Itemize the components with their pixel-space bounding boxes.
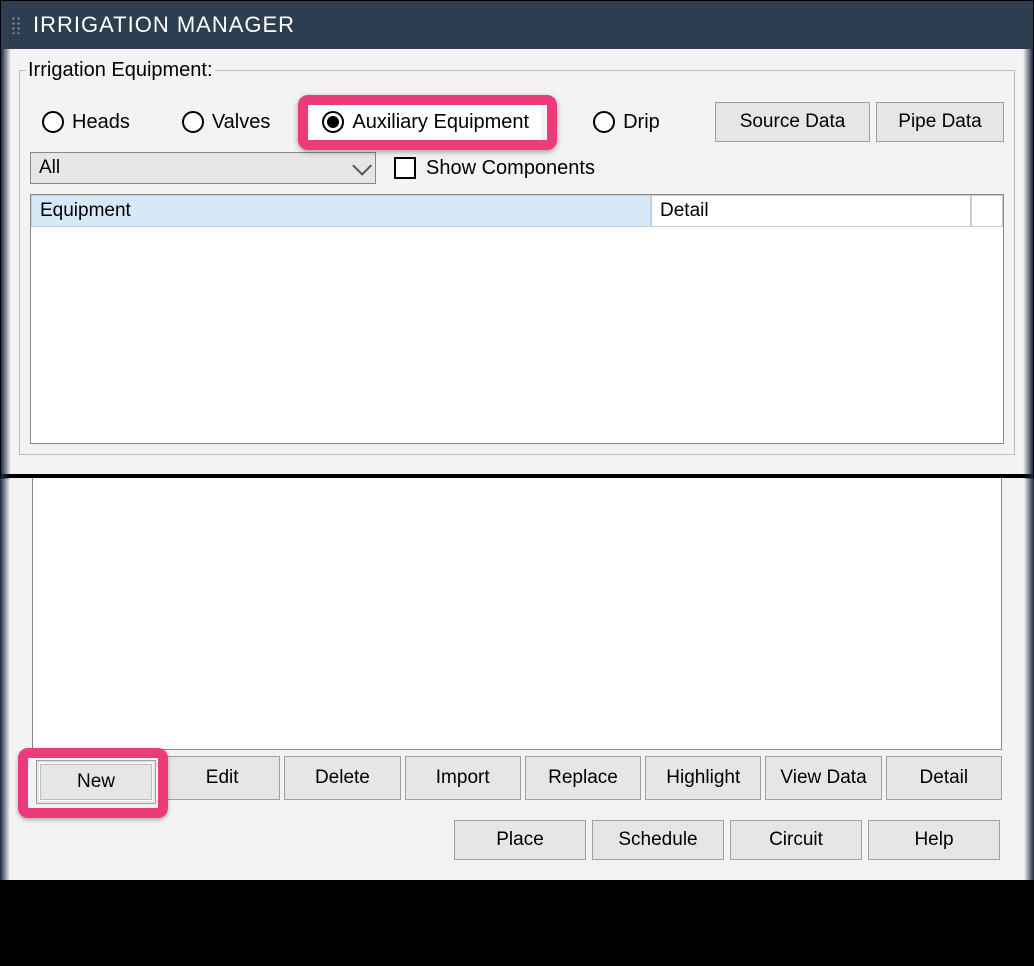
right-edge-shadow: [1023, 49, 1033, 479]
content-area: Irrigation Equipment: Heads Valves Auxil…: [1, 49, 1033, 474]
view-data-button[interactable]: View Data: [765, 756, 881, 800]
equipment-list-area[interactable]: [32, 478, 1002, 750]
source-data-button[interactable]: Source Data: [715, 102, 870, 142]
radio-valves-label: Valves: [212, 111, 271, 134]
show-components-checkbox[interactable]: Show Components: [394, 157, 595, 180]
equipment-type-radios: Heads Valves Auxiliary Equipment Drip So…: [30, 102, 1004, 142]
replace-button[interactable]: Replace: [525, 756, 641, 800]
radio-icon: [593, 111, 615, 133]
help-button[interactable]: Help: [868, 820, 1000, 860]
left-edge-shadow: [1, 49, 11, 479]
filter-row: All Show Components: [30, 152, 1004, 184]
delete-button[interactable]: Delete: [284, 756, 400, 800]
filter-dropdown[interactable]: All: [30, 152, 376, 184]
bottom-button-row: Place Schedule Circuit Help: [454, 820, 1000, 860]
new-button-highlight: New: [32, 756, 160, 808]
lower-panel-inner: New Edit Delete Import Replace Highlight…: [32, 478, 1002, 866]
radio-drip[interactable]: Drip: [581, 105, 672, 140]
radio-heads-label: Heads: [72, 111, 130, 134]
window-title: IRRIGATION MANAGER: [33, 12, 295, 38]
radio-aux-label: Auxiliary Equipment: [352, 111, 529, 134]
col-equipment[interactable]: Equipment: [31, 195, 651, 227]
radio-icon: [42, 111, 64, 133]
radio-heads[interactable]: Heads: [30, 105, 142, 140]
irrigation-manager-window: IRRIGATION MANAGER Irrigation Equipment:…: [0, 0, 1034, 475]
edit-button[interactable]: Edit: [164, 756, 280, 800]
table-header: Equipment Detail: [31, 195, 1003, 227]
irrigation-equipment-group: Irrigation Equipment: Heads Valves Auxil…: [19, 59, 1015, 455]
right-edge-shadow: [1024, 478, 1034, 920]
col-detail[interactable]: Detail: [651, 195, 971, 227]
left-edge-shadow: [0, 478, 10, 920]
equipment-table[interactable]: Equipment Detail: [30, 194, 1004, 444]
radio-valves[interactable]: Valves: [170, 105, 283, 140]
group-legend: Irrigation Equipment:: [26, 59, 215, 82]
show-components-label: Show Components: [426, 157, 595, 180]
filter-selected: All: [39, 157, 60, 179]
chevron-down-icon: [352, 156, 372, 176]
checkbox-icon: [394, 157, 416, 179]
place-button[interactable]: Place: [454, 820, 586, 860]
schedule-button[interactable]: Schedule: [592, 820, 724, 860]
detail-button[interactable]: Detail: [886, 756, 1002, 800]
action-button-row: New Edit Delete Import Replace Highlight…: [32, 756, 1002, 808]
radio-auxiliary-equipment[interactable]: Auxiliary Equipment: [310, 105, 541, 140]
radio-drip-label: Drip: [623, 111, 660, 134]
highlight-button[interactable]: Highlight: [645, 756, 761, 800]
drag-grip-icon[interactable]: [11, 16, 21, 34]
title-bar[interactable]: IRRIGATION MANAGER: [1, 1, 1033, 49]
radio-icon: [182, 111, 204, 133]
new-button[interactable]: New: [36, 760, 156, 804]
lower-panel: New Edit Delete Import Replace Highlight…: [0, 475, 1034, 920]
top-buttons: Source Data Pipe Data: [715, 102, 1004, 142]
import-button[interactable]: Import: [405, 756, 521, 800]
circuit-button[interactable]: Circuit: [730, 820, 862, 860]
radio-icon: [322, 111, 344, 133]
footer-black: [0, 880, 1034, 920]
col-spacer: [971, 195, 1003, 227]
pipe-data-button[interactable]: Pipe Data: [876, 102, 1004, 142]
